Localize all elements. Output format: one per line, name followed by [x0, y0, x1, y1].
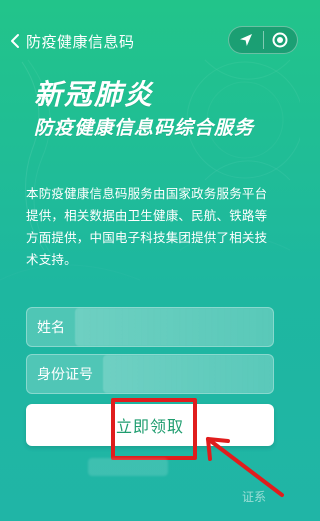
name-field[interactable]: 姓名	[26, 307, 274, 347]
id-number-field[interactable]: 身份证号	[26, 354, 274, 394]
footer-right-text: 证系	[242, 490, 267, 504]
name-label: 姓名	[37, 320, 65, 336]
chevron-left-icon	[11, 34, 19, 48]
back-button[interactable]	[6, 32, 24, 50]
nav-title: 防疫健康信息码	[26, 33, 135, 51]
close-mini-program-button[interactable]	[271, 31, 289, 49]
footer-area: 证系	[0, 458, 300, 521]
hero-title-line2: 防疫健康信息码综合服务	[34, 117, 255, 140]
id-number-input[interactable]	[103, 355, 273, 393]
location-arrow-icon	[240, 34, 252, 46]
record-target-icon	[272, 32, 288, 48]
top-navigation-bar: 防疫健康信息码	[0, 0, 300, 54]
name-input[interactable]	[75, 308, 273, 346]
hero-title: 新冠肺炎 防疫健康信息码综合服务	[34, 80, 284, 139]
claim-now-button[interactable]: 立即领取	[26, 404, 274, 446]
id-number-label: 身份证号	[37, 367, 93, 383]
location-button[interactable]	[237, 31, 255, 49]
hero-title-line1: 新冠肺炎	[34, 78, 155, 111]
mini-program-capsule	[228, 26, 298, 54]
capsule-divider	[262, 31, 264, 49]
service-description: 本防疫健康信息码服务由国家政务服务平台提供，相关数据由卫生健康、民航、铁路等方面…	[26, 186, 268, 267]
footer-blurred-text	[88, 458, 168, 476]
